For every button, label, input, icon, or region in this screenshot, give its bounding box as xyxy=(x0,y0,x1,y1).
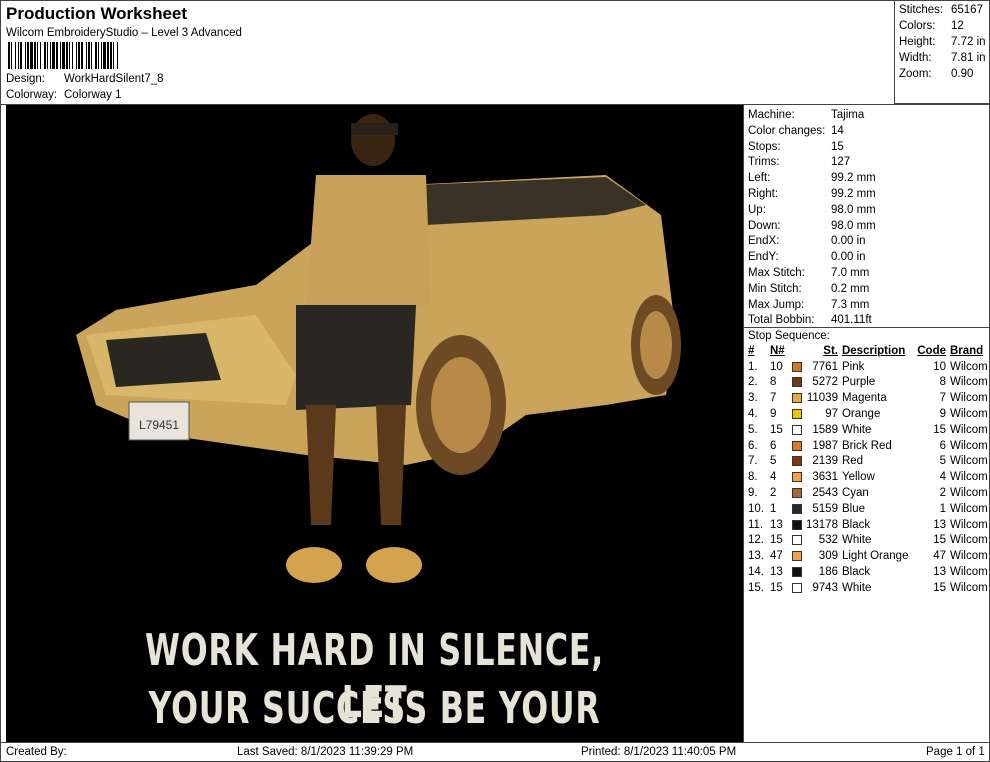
machine-info-row: Right: 99.2 mm xyxy=(748,188,876,200)
header: Production Worksheet Wilcom EmbroiderySt… xyxy=(6,4,886,40)
color-swatch xyxy=(792,456,802,467)
table-header: # N# St. Description Code Brand xyxy=(748,344,984,357)
footer: Created By: Last Saved: 8/1/2023 11:39:2… xyxy=(0,742,990,762)
table-row: 11. 13 13178 Black 13 Wilcom xyxy=(748,518,988,531)
design-preview: L79451 WORK HARD IN SILENCE, LET YOUR SU… xyxy=(6,105,743,742)
design-row: Design: WorkHardSilent7_8 xyxy=(6,72,164,86)
car-grille xyxy=(106,333,221,387)
stop-sequence-title: Stop Sequence: xyxy=(744,327,990,344)
slogan-line-2: YOUR SUCCESS BE YOUR NOISE xyxy=(148,683,601,742)
machine-info-row: Color changes: 14 xyxy=(748,124,844,137)
table-row: 12. 15 532 White 15 Wilcom xyxy=(748,534,988,547)
table-row: 3. 7 11039 Magenta 7 Wilcom xyxy=(748,392,988,405)
stat-zoom: Zoom: 0.90 xyxy=(899,68,974,80)
barcode xyxy=(8,42,240,69)
table-row: 1. 10 7761 Pink 10 Wilcom xyxy=(748,360,988,373)
color-swatch xyxy=(792,567,802,578)
table-row: 8. 4 3631 Yellow 4 Wilcom xyxy=(748,471,988,484)
colorway-label: Colorway: xyxy=(6,89,58,101)
table-row: 13. 47 309 Light Orange 47 Wilcom xyxy=(748,550,988,563)
front-rim xyxy=(431,357,491,453)
stat-height: Height: 7.72 in xyxy=(899,36,986,48)
stat-stitches: Stitches: 65167 xyxy=(899,4,983,16)
colorway-row: Colorway: Colorway 1 xyxy=(6,88,122,102)
design-value: WorkHardSilent7_8 xyxy=(64,73,164,85)
table-row: 4. 9 97 Orange 9 Wilcom xyxy=(748,408,988,421)
color-swatch xyxy=(792,503,802,514)
shoe-left xyxy=(286,547,342,583)
page-title: Production Worksheet xyxy=(6,4,188,23)
table-row: 5. 15 1589 White 15 Wilcom xyxy=(748,423,988,436)
machine-info-row: Total Bobbin: 401.11ft xyxy=(748,314,872,327)
color-swatch xyxy=(792,377,802,388)
color-swatch xyxy=(792,519,802,530)
machine-info-row: EndY: 0.00 in xyxy=(748,251,866,264)
info-panel: Machine: Tajima Color changes: 14 Stops: 15 Tr… xyxy=(743,105,990,742)
person-leg-left xyxy=(306,405,336,525)
machine-info-row: Up: 98.0 mm xyxy=(748,203,876,216)
color-swatch xyxy=(792,582,802,593)
stop-sequence-table: # N# St. Description Code Brand 1. 10 7761… xyxy=(746,343,990,596)
color-swatch xyxy=(792,535,802,546)
stat-colors: Colors: 12 xyxy=(899,20,964,32)
color-swatch xyxy=(792,472,802,483)
design-label: Design: xyxy=(6,73,45,85)
machine-info-row: Left: 99.2 mm xyxy=(748,172,876,185)
shoe-right xyxy=(366,547,422,583)
colorway-value: Colorway 1 xyxy=(64,89,122,101)
plate-number: L79451 xyxy=(139,418,179,432)
table-row: 14. 13 186 Black 13 Wilcom xyxy=(748,566,988,579)
machine-info-row: Max Jump: 7.3 mm xyxy=(748,298,870,311)
table-row: 10. 1 5159 Blue 1 Wilcom xyxy=(748,502,988,515)
machine-info-row: Max Stitch: 7.0 mm xyxy=(748,267,870,279)
table-row: 15. 15 9743 White 15 Wilcom xyxy=(748,581,988,594)
color-swatch xyxy=(792,440,802,451)
table-row: 2. 8 5272 Purple 8 Wilcom xyxy=(748,376,988,389)
machine-info-row: Machine: Tajima xyxy=(748,109,865,121)
color-swatch xyxy=(792,424,802,435)
color-swatch xyxy=(792,393,802,404)
created-by: Created By: xyxy=(6,746,67,758)
software-name: Wilcom EmbroideryStudio – Level 3 Advanc… xyxy=(6,27,242,39)
machine-info-row: Trims: 127 xyxy=(748,156,851,169)
table-row: 6. 6 1987 Brick Red 6 Wilcom xyxy=(748,439,988,452)
rear-rim xyxy=(640,311,672,379)
color-swatch xyxy=(792,488,802,499)
color-swatch xyxy=(792,409,802,420)
table-row: 9. 2 2543 Cyan 2 Wilcom xyxy=(748,487,988,500)
machine-info-row: Stops: 15 xyxy=(748,140,844,153)
color-swatch xyxy=(792,551,802,562)
last-saved: Last Saved: 8/1/2023 11:39:29 PM xyxy=(237,746,414,758)
printed-date: Printed: 8/1/2023 11:40:05 PM xyxy=(581,746,737,758)
person-shirt xyxy=(306,175,431,310)
stat-width: Width: 7.81 in xyxy=(899,52,986,64)
person-shorts xyxy=(296,305,416,410)
machine-info-row: EndX: 0.00 in xyxy=(748,235,866,248)
person-leg-right xyxy=(376,405,406,525)
color-swatch xyxy=(792,361,802,372)
table-row: 7. 5 2139 Red 5 Wilcom xyxy=(748,455,988,468)
machine-info-row: Down: 98.0 mm xyxy=(748,219,876,232)
stats-panel: Stitches: 65167 Colors: 12 Height: 7.72 in … xyxy=(894,0,990,104)
person-cap xyxy=(351,123,398,135)
barcode-bar xyxy=(118,42,120,69)
person-head xyxy=(351,114,395,166)
machine-info-row: Min Stitch: 0.2 mm xyxy=(748,282,870,295)
page-number: Page 1 of 1 xyxy=(926,746,985,758)
